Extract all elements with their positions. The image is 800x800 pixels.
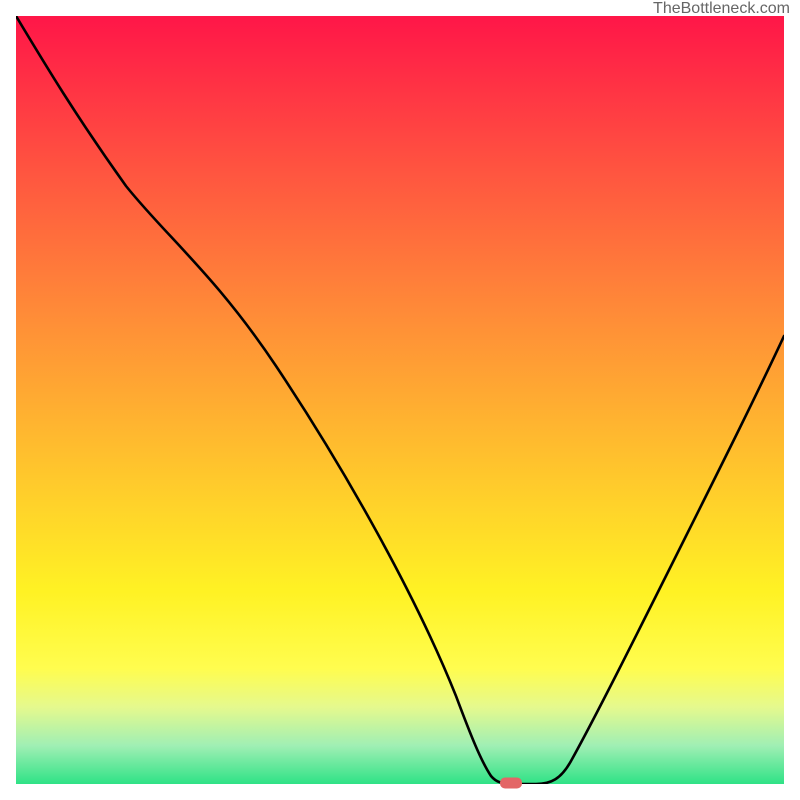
chart-container: TheBottleneck.com (0, 0, 800, 800)
watermark-text: TheBottleneck.com (653, 0, 790, 18)
chart-plot-area (16, 16, 784, 784)
min-marker (500, 778, 522, 789)
